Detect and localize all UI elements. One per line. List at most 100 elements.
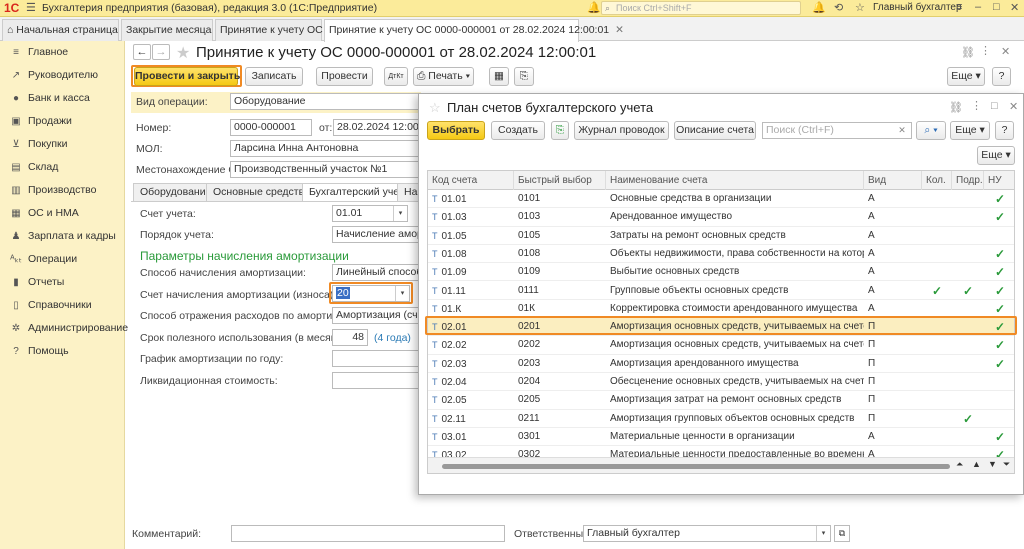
table-row[interactable]: T 01.05 0105 Затраты на ремонт основных сре… bbox=[428, 227, 1014, 245]
sidebar-item-salary[interactable]: ♟ Зарплата и кадры bbox=[0, 225, 125, 248]
column-header[interactable]: Быстрый выбор bbox=[514, 171, 606, 190]
column-header[interactable]: Подр. bbox=[952, 171, 984, 190]
tab-os-document[interactable]: Принятие к учету ОС 0000-000001 от 28.02… bbox=[324, 19, 624, 42]
maximize-icon[interactable]: □ bbox=[993, 1, 1000, 13]
comment-field[interactable] bbox=[231, 525, 505, 542]
table-row[interactable]: T 01.11 0111 Групповые объекты основных сре… bbox=[428, 282, 1014, 300]
journal-button[interactable]: Журнал проводок bbox=[574, 121, 669, 140]
post-and-close-button[interactable]: Провести и закрыть bbox=[134, 67, 240, 86]
table-row[interactable]: T 01.08 0108 Объекты недвижимости, права со… bbox=[428, 245, 1014, 264]
favorite-star-icon[interactable]: ★ bbox=[176, 43, 190, 63]
dropdown-icon[interactable]: ▾ bbox=[816, 526, 830, 541]
description-button[interactable]: Описание счета bbox=[674, 121, 756, 140]
horizontal-scrollbar[interactable] bbox=[442, 464, 950, 469]
sidebar-item-warehouse[interactable]: ▤ Склад bbox=[0, 156, 125, 179]
attachment-icon[interactable]: ⎘ bbox=[514, 67, 534, 86]
table-row[interactable]: T 02.11 0211 Амортизация групповых объектов… bbox=[428, 410, 1014, 428]
account-field[interactable]: 01.01 ▾ bbox=[332, 205, 408, 222]
settings-icon[interactable]: ≡ bbox=[956, 1, 962, 13]
mol-field[interactable]: Ларсина Инна Антоновна bbox=[230, 140, 420, 157]
user-name[interactable]: Главный бухгалтер bbox=[873, 2, 962, 13]
select-button[interactable]: Выбрать bbox=[427, 121, 485, 140]
sidebar-item-admin[interactable]: ✲ Администрирование bbox=[0, 317, 128, 340]
tab-home[interactable]: ⌂ Начальная страница bbox=[2, 19, 119, 41]
table-row[interactable]: T 02.04 0204 Обесценение основных средств, … bbox=[428, 373, 1014, 392]
tab-os-list[interactable]: Принятие к учету ОС✕ bbox=[215, 19, 338, 41]
date-field[interactable]: 28.02.2024 12:00:01 bbox=[333, 119, 420, 136]
number-field[interactable]: 0000-000001 bbox=[230, 119, 312, 136]
more-vertical-icon[interactable]: ⋮ bbox=[980, 44, 991, 57]
column-header[interactable]: Код счета bbox=[428, 171, 514, 190]
table-row[interactable]: T 02.02 0202 Амортизация основных средств, … bbox=[428, 336, 1014, 355]
bell-icon[interactable]: 🔔 bbox=[812, 1, 826, 14]
method-field[interactable]: Линейный способ bbox=[332, 264, 420, 281]
grid-more-button[interactable]: Еще ▾ bbox=[977, 146, 1015, 165]
schedule-field[interactable] bbox=[332, 350, 420, 367]
link-icon[interactable]: ⛓ bbox=[949, 101, 963, 114]
scroll-last-icon[interactable]: ⏷ bbox=[1003, 459, 1010, 470]
dropdown-icon[interactable]: ▾ bbox=[393, 206, 407, 221]
post-button[interactable]: Провести bbox=[316, 67, 373, 86]
scroll-down-icon[interactable]: ▼ bbox=[988, 459, 997, 469]
report-icon[interactable]: ▦ bbox=[489, 67, 509, 86]
close-popup-icon[interactable]: ✕ bbox=[1009, 100, 1018, 113]
more-vertical-icon[interactable]: ⋮ bbox=[971, 99, 982, 112]
sidebar-item-operations[interactable]: ᴬₖₜ Операции bbox=[0, 248, 125, 271]
print-button[interactable]: ⎙ Печать ▾ bbox=[413, 67, 474, 86]
notification-icon[interactable]: 🔔 bbox=[587, 1, 601, 14]
open-icon[interactable]: ⧉ bbox=[834, 525, 850, 542]
more-button[interactable]: Еще ▾ bbox=[947, 67, 985, 86]
minimize-icon[interactable]: – bbox=[975, 1, 981, 13]
help-button[interactable]: ? bbox=[992, 67, 1011, 86]
global-search-input[interactable]: ⌕ Поиск Ctrl+Shift+F bbox=[601, 1, 801, 15]
dropdown-icon[interactable]: ▾ bbox=[395, 286, 409, 301]
create-button[interactable]: Создать bbox=[491, 121, 545, 140]
popup-more-button[interactable]: Еще ▾ bbox=[950, 121, 990, 140]
main-menu-icon[interactable]: ☰ bbox=[26, 1, 36, 14]
maximize-icon[interactable]: □ bbox=[991, 100, 998, 112]
close-document-icon[interactable]: ✕ bbox=[1001, 45, 1010, 58]
save-button[interactable]: Записать bbox=[245, 67, 303, 86]
tab-month-close[interactable]: Закрытие месяца✕ bbox=[121, 19, 226, 41]
popup-help-button[interactable]: ? bbox=[995, 121, 1014, 140]
table-row[interactable]: T 03.01 0301 Материальные ценности в органи… bbox=[428, 428, 1014, 447]
popup-search-input[interactable]: Поиск (Ctrl+F) bbox=[762, 122, 912, 139]
close-icon[interactable]: ✕ bbox=[1010, 1, 1019, 14]
sidebar-item-references[interactable]: ▯ Справочники bbox=[0, 294, 125, 317]
column-header[interactable]: Наименование счета bbox=[606, 171, 864, 190]
tab-fixed-assets[interactable]: Основные средства bbox=[206, 183, 317, 202]
table-row[interactable]: T 02.05 0205 Амортизация затрат на ремонт о… bbox=[428, 391, 1014, 410]
history-icon[interactable]: ⟲ bbox=[834, 1, 843, 14]
clear-search-icon[interactable]: ✕ bbox=[893, 122, 911, 139]
favorite-star-icon[interactable]: ☆ bbox=[429, 100, 441, 116]
scroll-first-icon[interactable]: ⏶ bbox=[956, 459, 963, 470]
back-button[interactable]: ← bbox=[133, 44, 151, 60]
sidebar-item-main[interactable]: ≡ Главное bbox=[0, 41, 125, 64]
liquidation-field[interactable] bbox=[332, 372, 420, 389]
table-row[interactable]: T 01.03 0103 Арендованное имущество А ✓ bbox=[428, 208, 1014, 227]
amort-account-field[interactable]: 20 ▾ bbox=[332, 285, 410, 302]
forward-button[interactable]: → bbox=[152, 44, 170, 60]
table-row[interactable]: T 02.03 0203 Амортизация арендованного имущ… bbox=[428, 355, 1014, 373]
table-row[interactable]: T 01.01 0101 Основные средства в организаци… bbox=[428, 190, 1014, 209]
tab-accounting[interactable]: Бухгалтерский учет bbox=[302, 183, 411, 202]
table-row[interactable]: T 01.09 0109 Выбытие основных средств А ✓ bbox=[428, 263, 1014, 282]
sidebar-item-purchases[interactable]: ⊻ Покупки bbox=[0, 133, 125, 156]
sidebar-item-reports[interactable]: ▮ Отчеты bbox=[0, 271, 125, 294]
sidebar-item-help[interactable]: ? Помощь bbox=[0, 340, 125, 363]
column-header[interactable]: НУ bbox=[984, 171, 1014, 190]
sidebar-item-bank[interactable]: ● Банк и касса bbox=[0, 87, 125, 110]
operation-field[interactable]: Оборудование bbox=[230, 93, 420, 110]
postings-icon[interactable]: ДтКт bbox=[384, 67, 408, 86]
column-header[interactable]: Вид bbox=[864, 171, 922, 190]
sidebar-item-assets[interactable]: ▦ ОС и НМА bbox=[0, 202, 125, 225]
life-field[interactable]: 48 bbox=[332, 329, 368, 346]
link-icon[interactable]: ⛓ bbox=[961, 46, 975, 59]
copy-icon[interactable]: ⎘ bbox=[551, 121, 569, 140]
order-field[interactable]: Начисление аморти bbox=[332, 226, 420, 243]
location-field[interactable]: Производственный участок №1 bbox=[230, 161, 420, 178]
sidebar-item-production[interactable]: ▥ Производство bbox=[0, 179, 125, 202]
expense-field[interactable]: Амортизация (счет 2 bbox=[332, 307, 420, 324]
sidebar-item-sales[interactable]: ▣ Продажи bbox=[0, 110, 125, 133]
favorites-icon[interactable]: ☆ bbox=[855, 1, 865, 14]
